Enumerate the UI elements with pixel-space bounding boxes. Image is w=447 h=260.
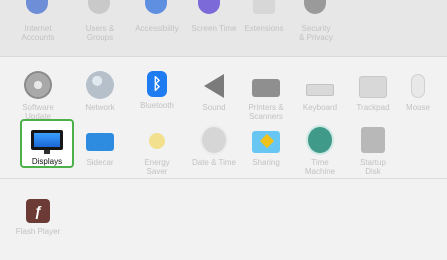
- pref-sidecar[interactable]: Sidecar: [72, 126, 128, 167]
- printer-icon: [252, 71, 280, 99]
- pref-extensions[interactable]: Extensions: [236, 24, 292, 33]
- pref-label: Keyboard: [302, 103, 338, 112]
- preferences-row-other: ƒ Flash Player: [0, 178, 447, 260]
- pref-label: Flash Player: [15, 227, 61, 236]
- users-groups-icon: [88, 0, 110, 14]
- pref-label: Accessibility: [135, 24, 179, 33]
- pref-energy-saver[interactable]: Energy Saver: [128, 126, 186, 176]
- pref-sound[interactable]: Sound: [186, 71, 242, 112]
- clock-icon: [200, 125, 228, 155]
- flash-player-icon: ƒ: [26, 199, 50, 223]
- software-update-gear-icon: [24, 71, 52, 99]
- pref-label: Time Machine: [304, 158, 336, 176]
- trackpad-icon: [359, 71, 387, 99]
- pref-software-update[interactable]: Software Update: [10, 71, 66, 121]
- bluetooth-icon: ᛒ: [147, 71, 167, 97]
- pref-date-time[interactable]: Date & Time: [186, 125, 242, 167]
- pref-label: Screen Time: [191, 24, 237, 33]
- pref-label: Printers & Scanners: [248, 103, 284, 121]
- network-globe-icon: [86, 71, 114, 99]
- screen-time-icon: [198, 0, 220, 14]
- pref-label: Bluetooth: [140, 101, 174, 110]
- security-privacy-icon: [304, 0, 326, 14]
- pref-flash-player[interactable]: ƒ Flash Player: [10, 199, 66, 236]
- pref-printers-scanners[interactable]: Printers & Scanners: [238, 71, 294, 121]
- pref-label: Network: [85, 103, 115, 112]
- pref-displays[interactable]: Displays: [20, 119, 74, 168]
- pref-label: Displays: [31, 157, 63, 166]
- mouse-icon: [404, 71, 432, 99]
- pref-startup-disk[interactable]: Startup Disk: [345, 126, 401, 176]
- pref-mouse[interactable]: Mouse: [390, 71, 446, 112]
- lightbulb-icon: [143, 126, 171, 154]
- pref-bluetooth[interactable]: ᛒ Bluetooth: [128, 71, 186, 110]
- displays-monitor-icon: [31, 130, 63, 150]
- monitor-stand: [44, 150, 50, 154]
- pref-internet-accounts[interactable]: Internet Accounts: [10, 24, 66, 42]
- pref-users-groups[interactable]: Users & Groups: [72, 24, 128, 42]
- accessibility-icon: [145, 0, 167, 14]
- pref-label: Users & Groups: [85, 24, 115, 42]
- pref-keyboard[interactable]: Keyboard: [292, 71, 348, 112]
- pref-label: Security & Privacy: [299, 24, 333, 42]
- pref-label: Mouse: [405, 103, 430, 112]
- time-machine-icon: [306, 125, 334, 155]
- preferences-row-1: Internet Accounts Users & Groups Accessi…: [0, 0, 447, 57]
- pref-label: Energy Saver: [144, 158, 170, 176]
- pref-security-privacy[interactable]: Security & Privacy: [288, 24, 344, 42]
- pref-label: Date & Time: [191, 158, 236, 167]
- sidecar-icon: [86, 126, 114, 154]
- pref-screen-time[interactable]: Screen Time: [186, 24, 242, 33]
- pref-label: Startup Disk: [360, 158, 386, 176]
- startup-disk-icon: [359, 126, 387, 154]
- keyboard-icon: [306, 71, 334, 99]
- extensions-icon: [253, 0, 275, 14]
- pref-sharing[interactable]: Sharing: [238, 126, 294, 167]
- pref-label: Internet Accounts: [21, 24, 55, 42]
- pref-accessibility[interactable]: Accessibility: [128, 24, 186, 33]
- pref-label: Sharing: [252, 158, 280, 167]
- pref-label: Sound: [202, 103, 226, 112]
- pref-label: Sidecar: [86, 158, 114, 167]
- internet-accounts-icon: [26, 0, 48, 14]
- pref-time-machine[interactable]: Time Machine: [292, 125, 348, 176]
- sound-speaker-icon: [200, 71, 228, 99]
- pref-network[interactable]: Network: [72, 71, 128, 112]
- pref-label: Extensions: [244, 24, 284, 33]
- sharing-folder-icon: [252, 126, 280, 154]
